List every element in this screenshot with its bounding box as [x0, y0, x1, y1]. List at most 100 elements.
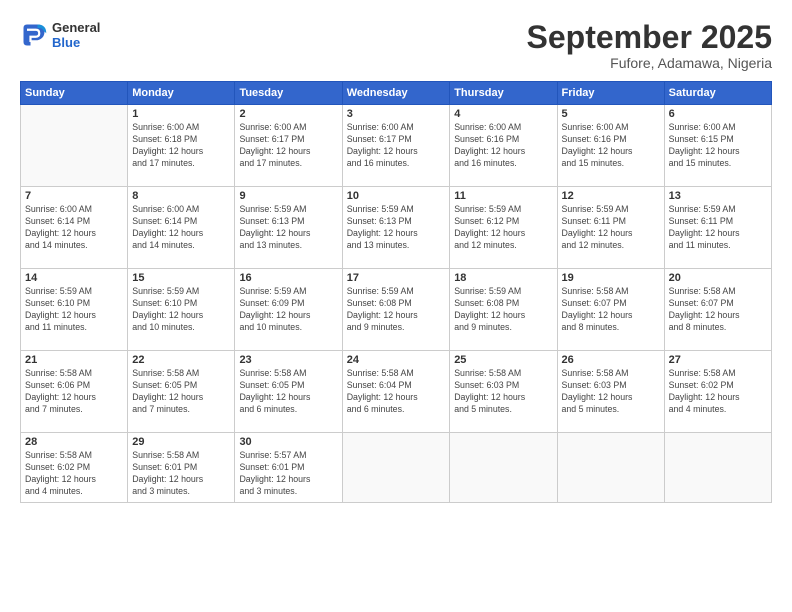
day-info: Sunrise: 5:59 AMSunset: 6:08 PMDaylight:…	[347, 286, 445, 334]
calendar-cell	[664, 433, 771, 503]
calendar-cell: 25Sunrise: 5:58 AMSunset: 6:03 PMDayligh…	[450, 351, 557, 433]
week-row-5: 28 Sunrise: 5:58 AMSunset: 6:02 PMDayligh…	[21, 433, 772, 503]
header: General Blue September 2025 Fufore, Adam…	[20, 20, 772, 71]
calendar-cell: 3 Sunrise: 6:00 AMSunset: 6:17 PMDaylight…	[342, 105, 449, 187]
day-number: 8	[132, 190, 230, 202]
calendar-cell: 24 Sunrise: 5:58 AMSunset: 6:04 PMDayligh…	[342, 351, 449, 433]
day-number: 17	[347, 272, 445, 284]
day-number: 4	[454, 108, 552, 120]
day-info: Sunrise: 5:59 AMSunset: 6:09 PMDaylight:…	[239, 286, 337, 334]
day-info: Sunrise: 5:59 AMSunset: 6:08 PMDaylight:…	[454, 286, 552, 334]
day-info: Sunrise: 5:59 AMSunset: 6:13 PMDaylight:…	[239, 204, 337, 252]
day-number: 21	[25, 354, 123, 366]
week-row-1: 1Sunrise: 6:00 AMSunset: 6:18 PMDaylight…	[21, 105, 772, 187]
day-number: 2	[239, 108, 337, 120]
calendar-cell	[450, 433, 557, 503]
day-number: 10	[347, 190, 445, 202]
header-cell-sunday: Sunday	[21, 82, 128, 105]
calendar-cell: 18 Sunrise: 5:59 AMSunset: 6:08 PMDayligh…	[450, 269, 557, 351]
title-block: September 2025 Fufore, Adamawa, Nigeria	[527, 20, 772, 71]
day-number: 20	[669, 272, 767, 284]
day-number: 27	[669, 354, 767, 366]
calendar-cell: 8 Sunrise: 6:00 AMSunset: 6:14 PMDaylight…	[128, 187, 235, 269]
day-info: Sunrise: 6:00 AMSunset: 6:14 PMDaylight:…	[132, 204, 230, 252]
day-info: Sunrise: 5:58 AMSunset: 6:01 PMDaylight:…	[132, 450, 230, 498]
day-info: Sunrise: 6:00 AMSunset: 6:16 PMDaylight:…	[454, 122, 552, 170]
day-info: Sunrise: 5:59 AMSunset: 6:11 PMDaylight:…	[669, 204, 767, 252]
day-info: Sunrise: 5:59 AMSunset: 6:13 PMDaylight:…	[347, 204, 445, 252]
calendar-cell: 7Sunrise: 6:00 AMSunset: 6:14 PMDaylight…	[21, 187, 128, 269]
day-info: Sunrise: 5:58 AMSunset: 6:06 PMDaylight:…	[25, 368, 123, 416]
calendar-cell	[557, 433, 664, 503]
day-info: Sunrise: 5:58 AMSunset: 6:07 PMDaylight:…	[669, 286, 767, 334]
header-cell-tuesday: Tuesday	[235, 82, 342, 105]
day-info: Sunrise: 5:58 AMSunset: 6:02 PMDaylight:…	[669, 368, 767, 416]
header-cell-friday: Friday	[557, 82, 664, 105]
calendar-cell: 9 Sunrise: 5:59 AMSunset: 6:13 PMDaylight…	[235, 187, 342, 269]
calendar-cell: 19Sunrise: 5:58 AMSunset: 6:07 PMDayligh…	[557, 269, 664, 351]
day-info: Sunrise: 6:00 AMSunset: 6:17 PMDaylight:…	[347, 122, 445, 170]
day-number: 24	[347, 354, 445, 366]
calendar-cell: 22Sunrise: 5:58 AMSunset: 6:05 PMDayligh…	[128, 351, 235, 433]
day-number: 26	[562, 354, 660, 366]
calendar: SundayMondayTuesdayWednesdayThursdayFrid…	[20, 81, 772, 503]
day-number: 15	[132, 272, 230, 284]
calendar-cell: 14Sunrise: 5:59 AMSunset: 6:10 PMDayligh…	[21, 269, 128, 351]
day-info: Sunrise: 5:59 AMSunset: 6:11 PMDaylight:…	[562, 204, 660, 252]
calendar-cell: 27 Sunrise: 5:58 AMSunset: 6:02 PMDayligh…	[664, 351, 771, 433]
day-number: 16	[239, 272, 337, 284]
day-info: Sunrise: 6:00 AMSunset: 6:17 PMDaylight:…	[239, 122, 337, 170]
day-info: Sunrise: 5:59 AMSunset: 6:10 PMDaylight:…	[132, 286, 230, 334]
location: Fufore, Adamawa, Nigeria	[527, 55, 772, 71]
day-info: Sunrise: 5:58 AMSunset: 6:05 PMDaylight:…	[239, 368, 337, 416]
calendar-cell: 26Sunrise: 5:58 AMSunset: 6:03 PMDayligh…	[557, 351, 664, 433]
header-cell-monday: Monday	[128, 82, 235, 105]
calendar-cell: 11Sunrise: 5:59 AMSunset: 6:12 PMDayligh…	[450, 187, 557, 269]
day-number: 12	[562, 190, 660, 202]
day-info: Sunrise: 6:00 AMSunset: 6:16 PMDaylight:…	[562, 122, 660, 170]
day-number: 14	[25, 272, 123, 284]
header-row: SundayMondayTuesdayWednesdayThursdayFrid…	[21, 82, 772, 105]
logo-icon	[20, 21, 48, 49]
week-row-4: 21 Sunrise: 5:58 AMSunset: 6:06 PMDayligh…	[21, 351, 772, 433]
header-cell-wednesday: Wednesday	[342, 82, 449, 105]
day-info: Sunrise: 6:00 AMSunset: 6:15 PMDaylight:…	[669, 122, 767, 170]
calendar-cell: 15 Sunrise: 5:59 AMSunset: 6:10 PMDayligh…	[128, 269, 235, 351]
day-info: Sunrise: 5:58 AMSunset: 6:07 PMDaylight:…	[562, 286, 660, 334]
day-info: Sunrise: 6:00 AMSunset: 6:14 PMDaylight:…	[25, 204, 123, 252]
header-cell-thursday: Thursday	[450, 82, 557, 105]
calendar-cell: 13 Sunrise: 5:59 AMSunset: 6:11 PMDayligh…	[664, 187, 771, 269]
day-info: Sunrise: 5:58 AMSunset: 6:04 PMDaylight:…	[347, 368, 445, 416]
calendar-cell: 21 Sunrise: 5:58 AMSunset: 6:06 PMDayligh…	[21, 351, 128, 433]
calendar-cell: 29Sunrise: 5:58 AMSunset: 6:01 PMDayligh…	[128, 433, 235, 503]
calendar-cell: 17 Sunrise: 5:59 AMSunset: 6:08 PMDayligh…	[342, 269, 449, 351]
day-number: 13	[669, 190, 767, 202]
calendar-cell: 5 Sunrise: 6:00 AMSunset: 6:16 PMDaylight…	[557, 105, 664, 187]
day-number: 5	[562, 108, 660, 120]
calendar-cell: 23Sunrise: 5:58 AMSunset: 6:05 PMDayligh…	[235, 351, 342, 433]
logo: General Blue	[20, 20, 100, 50]
day-number: 9	[239, 190, 337, 202]
day-info: Sunrise: 5:57 AMSunset: 6:01 PMDaylight:…	[239, 450, 337, 498]
page: General Blue September 2025 Fufore, Adam…	[0, 0, 792, 612]
calendar-cell: 4 Sunrise: 6:00 AMSunset: 6:16 PMDaylight…	[450, 105, 557, 187]
day-info: Sunrise: 5:58 AMSunset: 6:02 PMDaylight:…	[25, 450, 123, 498]
day-number: 28	[25, 436, 123, 448]
calendar-cell: 30 Sunrise: 5:57 AMSunset: 6:01 PMDayligh…	[235, 433, 342, 503]
calendar-cell: 20 Sunrise: 5:58 AMSunset: 6:07 PMDayligh…	[664, 269, 771, 351]
day-info: Sunrise: 5:59 AMSunset: 6:12 PMDaylight:…	[454, 204, 552, 252]
week-row-3: 14 Sunrise: 5:59 AMSunset: 6:10 PMDayligh…	[21, 269, 772, 351]
calendar-cell: 12 Sunrise: 5:59 AMSunset: 6:11 PMDayligh…	[557, 187, 664, 269]
day-number: 3	[347, 108, 445, 120]
day-info: Sunrise: 5:58 AMSunset: 6:03 PMDaylight:…	[454, 368, 552, 416]
calendar-cell: 6 Sunrise: 6:00 AMSunset: 6:15 PMDaylight…	[664, 105, 771, 187]
day-number: 30	[239, 436, 337, 448]
day-number: 22	[132, 354, 230, 366]
day-number: 18	[454, 272, 552, 284]
week-row-2: 7Sunrise: 6:00 AMSunset: 6:14 PMDaylight…	[21, 187, 772, 269]
logo-general: General	[52, 20, 100, 35]
day-number: 6	[669, 108, 767, 120]
calendar-cell: 2 Sunrise: 6:00 AMSunset: 6:17 PMDaylight…	[235, 105, 342, 187]
calendar-cell	[21, 105, 128, 187]
calendar-cell: 1Sunrise: 6:00 AMSunset: 6:18 PMDaylight…	[128, 105, 235, 187]
